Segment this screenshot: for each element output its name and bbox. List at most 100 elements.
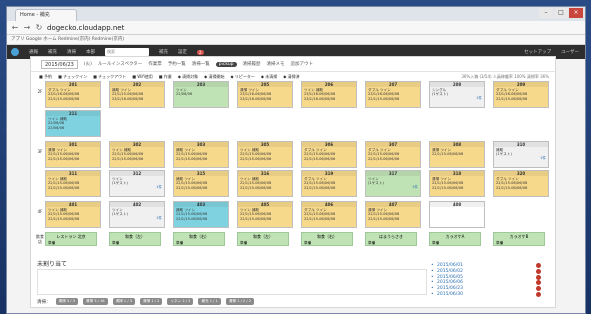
cleaning-button-5[interactable]: 補充 1 / 1 xyxy=(198,298,221,305)
maximize-button[interactable]: □ xyxy=(554,8,568,18)
restaurant-card[interactable]: カラオケB 準備 xyxy=(493,232,545,246)
room-card-316[interactable]: 316 ツイン 補助 22/1/15-06/06/06 22/1/15-06/06… xyxy=(237,170,293,197)
restaurant-status: 準備 xyxy=(240,241,248,245)
room-number: 209 xyxy=(494,82,548,87)
room-info: ツイン 補助 22/1/15-06/06/06 22/1/15-06/06/06 xyxy=(240,208,272,221)
legend-item-9: ◆ 清掃済 xyxy=(283,73,300,79)
close-button[interactable]: × xyxy=(569,8,583,18)
reload-icon[interactable]: ↻ xyxy=(35,23,43,32)
user-menu[interactable]: ユーザー xyxy=(561,49,579,55)
room-card-319[interactable]: 319 ダブル ツイン 22/1/15-06/06/06 22/1/15-06/0… xyxy=(301,170,357,197)
date-picker[interactable]: 2015/06/23 xyxy=(41,59,78,69)
notification-badge[interactable]: 2 xyxy=(197,49,204,55)
room-card-406[interactable]: 406 ダブル ツイン 22/1/15-06/06/06 22/1/15-06/0… xyxy=(301,201,357,228)
toolbar-link-4[interactable]: pickup xyxy=(215,61,237,67)
forward-arrow-icon[interactable]: → xyxy=(23,23,31,32)
cleaning-button-0[interactable]: 清掃 3 / 3 xyxy=(55,298,78,305)
setup-menu[interactable]: セットアップ xyxy=(524,49,551,55)
unassigned-area[interactable] xyxy=(37,269,427,295)
room-card-211[interactable]: 211 ツイン 補助 22/06/06 22/06/06 xyxy=(45,110,101,137)
room-card-209[interactable]: 209 ダブル ツイン 23/1/16-06/06/06 22/1/15-06/0… xyxy=(493,81,549,108)
room-card-317[interactable]: 317 ツイン (1ゲスト) 1件 xyxy=(365,170,421,197)
room-card-203[interactable]: 203 ツイン 22/06/06 xyxy=(173,81,229,108)
room-card-312[interactable]: 312 ツイン (1ゲスト) 1件 xyxy=(109,170,165,197)
toolbar-link-7[interactable]: 追加アウト xyxy=(291,61,314,67)
bookmarks-bar[interactable]: アプリ Google ホーム Redmine(京内) Redmine(京内) xyxy=(7,35,585,45)
restaurant-card[interactable]: 和食（右） 準備 xyxy=(301,232,353,246)
room-number: 316 xyxy=(238,171,292,176)
room-info: 清掃 ツイン 22/1/15-06/06/06 xyxy=(432,148,464,157)
date-link[interactable]: 2015/06/30 xyxy=(431,291,541,298)
minimize-button[interactable]: – xyxy=(539,8,553,18)
room-card-318[interactable]: 318 清掃 ツイン 22/1/15-06/06/06 22/1/15-06/06… xyxy=(429,170,485,197)
restaurant-card[interactable]: はまうらさき 準備 xyxy=(365,232,417,246)
room-card-307[interactable]: 307 ダブル ツイン 22/1/15-06/06/06 22/1/15-06/0… xyxy=(365,141,421,168)
app-logo-icon[interactable] xyxy=(11,48,19,56)
room-card-306[interactable]: 306 ダブル ツイン 22/1/15-06/06/06 22/1/15-06/0… xyxy=(301,141,357,168)
restaurant-card[interactable]: カラオケA 準備 xyxy=(429,232,481,246)
app-name[interactable]: 通報 xyxy=(29,49,38,55)
restaurant-card[interactable]: レストラン 北京 準備 xyxy=(45,232,97,246)
cleaning-button-3[interactable]: 清掃 1 / 2 xyxy=(140,298,163,305)
room-card-302[interactable]: 302 ツイン 補助 22/1/15-06/06/06 22/1/15-06/06… xyxy=(109,141,165,168)
room-card-408[interactable]: 408 xyxy=(429,201,485,228)
room-card-310[interactable]: 310 補助 (1ゲスト) 1件 xyxy=(493,141,549,168)
legend-item-2: ■ チェックアウト xyxy=(93,73,127,79)
room-card-201[interactable]: 201 ダブル ツイン 23/1/16-06/06/06 22/1/15-06/0… xyxy=(45,81,101,108)
cleaning-button-4[interactable]: リネン 2 / 2 xyxy=(167,298,194,305)
room-card-208[interactable]: 208 シングル (1ゲスト) 1件 xyxy=(429,81,485,108)
restaurant-card[interactable]: 和食（左） 準備 xyxy=(237,232,289,246)
room-count-link[interactable]: 1件 xyxy=(540,156,546,161)
room-card-205[interactable]: 205 清掃 ツイン 23/1/16-06/06/06 23/1/16-06/06… xyxy=(237,81,293,108)
toolbar-link-0[interactable]: ルールインスペクター xyxy=(98,61,142,67)
room-card-401[interactable]: 401 ツイン 補助 22/1/15-06/06/06 22/1/15-06/06… xyxy=(45,201,101,228)
room-info: ツイン (1ゲスト) xyxy=(112,177,128,186)
cleaning-button-6[interactable]: 清掃 1 / 2 / 2 xyxy=(225,298,254,305)
legend-bar: ■ 予約 ■ チェックイン ■ チェックアウト ■ Wifi使用 ■ 作業 ◆ 清掃対象 ◆… xyxy=(31,72,555,81)
toolbar-link-2[interactable]: 予約一覧 xyxy=(168,61,186,67)
room-card-407[interactable]: 407 清掃 ツイン 22/1/15-06/06/06 22/1/15-06/06… xyxy=(365,201,421,228)
room-card-206[interactable]: 206 ツイン 補助 23/1/16-06/06/06 23/1/16-06/06… xyxy=(301,81,357,108)
restaurant-name: カラオケA xyxy=(445,234,465,239)
cleaning-button-2[interactable]: 清掃 1 / 3 xyxy=(112,298,135,305)
room-number: 320 xyxy=(494,171,548,176)
url-field[interactable]: dogecko.cloudapp.net xyxy=(47,24,124,32)
room-count-link[interactable]: 1件 xyxy=(156,185,162,190)
toolbar-link-1[interactable]: 作業票 xyxy=(148,61,162,67)
room-card-301[interactable]: 301 清掃 ツイン 22/1/15-06/06/06 22/1/15-06/06… xyxy=(45,141,101,168)
search-input[interactable]: 検索 xyxy=(105,48,149,56)
room-card-303[interactable]: 303 補助 ツイン 22/1/15-06/06/06 22/1/15-06/06… xyxy=(173,141,229,168)
toolbar-link-5[interactable]: 清掃履歴 xyxy=(243,61,261,67)
room-card-403[interactable]: 403 補助 ツイン 22/1/15-06/06/06 22/1/15-06/06… xyxy=(173,201,229,228)
room-card-305[interactable]: 305 ツイン 補助 22/1/15-06/06/06 22/1/15-06/06… xyxy=(237,141,293,168)
restaurant-name: はまうらさき xyxy=(379,234,403,239)
room-info: ツイン 補助 22/1/15-06/06/06 22/1/15-06/06/06 xyxy=(48,177,80,190)
nav-item-3[interactable]: 補充 xyxy=(159,49,168,55)
nav-item-4[interactable]: 設定 xyxy=(178,49,187,55)
room-card-311[interactable]: 311 ツイン 補助 22/1/15-06/06/06 22/1/15-06/06… xyxy=(45,170,101,197)
cleaning-button-1[interactable]: 清掃 3 / 16 xyxy=(82,298,108,305)
room-card-308[interactable]: 308 清掃 ツイン 22/1/15-06/06/06 xyxy=(429,141,485,168)
legend-item-3: ■ Wifi使用 xyxy=(132,73,153,79)
browser-tab[interactable]: Home - 補充 xyxy=(15,9,77,21)
room-count-link[interactable]: 1件 xyxy=(156,216,162,221)
toolbar-link-6[interactable]: 清掃メモ xyxy=(267,61,285,67)
back-arrow-icon[interactable]: ← xyxy=(11,23,19,32)
room-card-402[interactable]: 402 ツイン (1ゲスト) 1件 xyxy=(109,201,165,228)
toolbar-link-3[interactable]: 清掃一覧 xyxy=(192,61,210,67)
restaurant-card[interactable]: 和食（左） 準備 xyxy=(109,232,161,246)
nav-item-1[interactable]: 清掃 xyxy=(67,49,76,55)
room-card-315[interactable]: 315 補助 ツイン 22/1/15-06/06/06 22/1/15-06/06… xyxy=(173,170,229,197)
room-card-405[interactable]: 405 ツイン 補助 22/1/15-06/06/06 22/1/15-06/06… xyxy=(237,201,293,228)
room-card-202[interactable]: 202 補助 ツイン 22/1/15-06/06/06 23/1/16-06/06… xyxy=(109,81,165,108)
unassigned-section: 未割り当て 2015/06/012015/06/022015/06/052015… xyxy=(37,259,549,307)
room-card-320[interactable]: 320 ダブル ツイン 22/1/15-06/06/06 22/1/15-06/0… xyxy=(493,170,549,197)
room-count-link[interactable]: 1件 xyxy=(412,185,418,190)
room-card-207[interactable]: 207 ダブル ツイン 23/1/16-06/06/06 22/1/15-06/0… xyxy=(365,81,421,108)
nav-item-0[interactable]: 補充 xyxy=(48,49,57,55)
date-marker-icon xyxy=(536,274,541,280)
restaurant-card[interactable]: 和食（右） 準備 xyxy=(173,232,225,246)
nav-item-2[interactable]: 本部 xyxy=(86,49,95,55)
room-count-link[interactable]: 1件 xyxy=(476,96,482,101)
room-info: ツイン 補助 22/1/15-06/06/06 22/1/15-06/06/06 xyxy=(48,208,80,221)
